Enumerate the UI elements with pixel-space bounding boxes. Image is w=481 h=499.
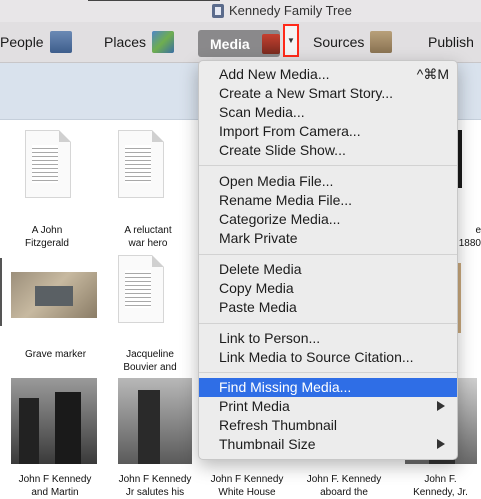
title-bar: ▬▬▬▬▬▬▬▬▬▬▬▬ Kennedy Family Tree (0, 0, 481, 22)
submenu-arrow-icon (437, 401, 445, 411)
media-caption: A John Fitzgerald (25, 225, 69, 249)
media-button[interactable]: Media (198, 30, 280, 57)
photo-thumbnail[interactable] (11, 272, 97, 318)
menu-item-mark-private[interactable]: Mark Private (199, 229, 457, 248)
menu-item-import-from-camera[interactable]: Import From Camera... (199, 122, 457, 141)
menu-item-categorize-media[interactable]: Categorize Media... (199, 210, 457, 229)
menu-item-label: Import From Camera... (219, 123, 361, 139)
menu-item-label: Delete Media (219, 261, 302, 277)
publish-label: Publish (428, 34, 474, 50)
people-icon (49, 31, 72, 53)
menu-item-scan-media[interactable]: Scan Media... (199, 103, 457, 122)
menu-item-label: Copy Media (219, 280, 294, 296)
media-caption: John F Kennedy and Martin (18, 474, 92, 498)
menu-item-label: Scan Media... (219, 104, 305, 120)
menu-item-label: Thumbnail Size (219, 436, 316, 452)
menu-item-delete-media[interactable]: Delete Media (199, 260, 457, 279)
people-button[interactable]: People (0, 22, 72, 62)
media-caption: John F. Kennedy, Jr. (413, 474, 468, 498)
media-caption: Grave marker (24, 349, 87, 360)
selection-edge (0, 258, 2, 326)
places-label: Places (104, 34, 147, 50)
menu-separator (199, 254, 457, 255)
media-label: Media (210, 35, 250, 52)
menu-item-rename-media-file[interactable]: Rename Media File... (199, 191, 457, 210)
media-caption: John F Kennedy White House (210, 474, 284, 498)
title-bar-cutoff: ▬▬▬▬▬▬▬▬▬▬▬▬ (88, 0, 220, 4)
toolbar: People Places Media Sources Publish (0, 22, 481, 63)
menu-item-label: Refresh Thumbnail (219, 417, 338, 433)
menu-item-label: Link Media to Source Citation... (219, 349, 414, 365)
menu-item-thumbnail-size[interactable]: Thumbnail Size (199, 435, 457, 454)
menu-item-create-smart-story[interactable]: Create a New Smart Story... (199, 84, 457, 103)
publish-button[interactable]: Publish (428, 22, 474, 62)
people-label: People (0, 34, 44, 50)
media-dropdown-toggle[interactable]: ▼ (283, 24, 299, 57)
menu-separator (199, 372, 457, 373)
menu-item-label: Find Missing Media... (219, 379, 352, 395)
media-dropdown-menu: Add New Media... ^⌘M Create a New Smart … (198, 60, 458, 460)
document-thumbnail[interactable] (118, 255, 164, 323)
menu-item-link-to-person[interactable]: Link to Person... (199, 329, 457, 348)
menu-item-open-media-file[interactable]: Open Media File... (199, 172, 457, 191)
menu-item-create-slide-show[interactable]: Create Slide Show... (199, 141, 457, 160)
menu-item-link-media-to-source-citation[interactable]: Link Media to Source Citation... (199, 348, 457, 367)
menu-item-label: Link to Person... (219, 330, 321, 346)
keyboard-shortcut: ^⌘M (416, 66, 449, 82)
menu-item-label: Create Slide Show... (219, 142, 346, 158)
sources-icon (370, 31, 393, 53)
menu-separator (199, 323, 457, 324)
menu-item-label: Add New Media... (219, 66, 330, 82)
media-icon (261, 33, 280, 54)
document-icon (212, 4, 224, 18)
menu-item-paste-media[interactable]: Paste Media (199, 298, 457, 317)
media-caption: e 1880 (458, 225, 481, 249)
submenu-arrow-icon (437, 439, 445, 449)
menu-item-refresh-thumbnail[interactable]: Refresh Thumbnail (199, 416, 457, 435)
chevron-down-icon: ▼ (287, 36, 295, 45)
menu-item-label: Categorize Media... (219, 211, 341, 227)
map-icon (152, 31, 175, 53)
menu-item-label: Print Media (219, 398, 290, 414)
window-title: Kennedy Family Tree (229, 3, 352, 18)
menu-separator (199, 165, 457, 166)
media-caption: Jacqueline Bouvier and (123, 349, 177, 373)
sources-label: Sources (313, 34, 365, 50)
places-button[interactable]: Places (104, 22, 175, 62)
menu-item-find-missing-media[interactable]: Find Missing Media... (199, 378, 457, 397)
photo-thumbnail[interactable] (11, 378, 97, 464)
photo-thumbnail[interactable] (118, 378, 192, 464)
menu-item-label: Mark Private (219, 230, 298, 246)
media-caption: John F. Kennedy aboard the (306, 474, 382, 498)
document-thumbnail[interactable] (25, 130, 71, 198)
menu-item-print-media[interactable]: Print Media (199, 397, 457, 416)
menu-item-label: Create a New Smart Story... (219, 85, 394, 101)
document-thumbnail[interactable] (118, 130, 164, 198)
menu-item-label: Open Media File... (219, 173, 334, 189)
sources-button[interactable]: Sources (313, 22, 393, 62)
menu-item-label: Rename Media File... (219, 192, 353, 208)
menu-item-copy-media[interactable]: Copy Media (199, 279, 457, 298)
media-caption: John F Kennedy Jr salutes his (118, 474, 192, 498)
menu-item-label: Paste Media (219, 299, 297, 315)
menu-item-add-new-media[interactable]: Add New Media... ^⌘M (199, 65, 457, 84)
media-caption: A reluctant war hero (124, 225, 172, 249)
